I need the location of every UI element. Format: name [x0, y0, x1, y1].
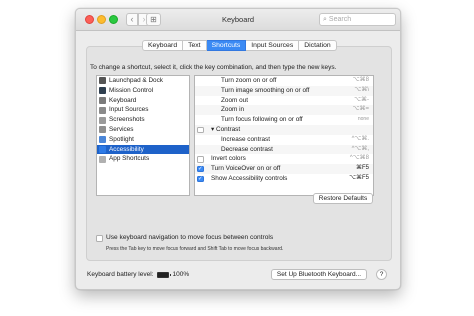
battery-icon	[157, 271, 172, 278]
accessibility-icon	[99, 145, 106, 153]
input-sources-icon	[99, 106, 106, 114]
app-shortcuts-icon	[99, 155, 106, 163]
category-item[interactable]: Input Sources	[97, 105, 189, 115]
shortcut-row[interactable]: Increase contrast ^⌥⌘.	[195, 135, 373, 145]
shortcut-name: Show Accessibility controls	[211, 174, 288, 182]
keyboard-navigation-hint: Press the Tab key to move focus forward …	[106, 246, 284, 252]
category-item[interactable]: Launchpad & Dock	[97, 76, 189, 86]
shortcut-row[interactable]: Turn focus following on or off none	[195, 115, 373, 125]
shortcut-name: Zoom out	[221, 96, 248, 104]
category-item[interactable]: Screenshots	[97, 115, 189, 125]
category-item[interactable]: Spotlight	[97, 135, 189, 145]
battery-status: Keyboard battery level: 100%	[87, 271, 189, 278]
shortcut-name: Increase contrast	[221, 135, 271, 143]
category-item[interactable]: Keyboard	[97, 96, 189, 106]
shortcut-name: ▾ Contrast	[211, 125, 241, 133]
mission-control-icon	[99, 87, 106, 95]
screenshots-icon	[99, 116, 106, 124]
shortcut-row[interactable]: ✓ Show Accessibility controls ⌥⌘F5	[195, 174, 373, 184]
shortcut-checkbox[interactable]: ✓	[197, 165, 204, 173]
category-label: Screenshots	[109, 116, 145, 124]
shortcut-name: Turn zoom on or off	[221, 77, 277, 84]
title-bar: ‹ › ⊞ Keyboard ⌕ Search	[76, 9, 400, 31]
shortcut-row[interactable]: Decrease contrast ^⌥⌘,	[195, 144, 373, 155]
shortcut-key[interactable]: ⌥⌘F5	[349, 174, 369, 184]
shortcut-name: Decrease contrast	[221, 145, 273, 153]
category-label: Keyboard	[109, 96, 137, 104]
shortcut-row[interactable]: ✓ Turn VoiceOver on or off ⌘F5	[195, 164, 373, 174]
shortcut-key[interactable]: ^⌥⌘,	[352, 145, 369, 155]
category-label: App Shortcuts	[109, 155, 150, 163]
tab-bar: Keyboard Text Shortcuts Input Sources Dictat…	[142, 40, 337, 51]
launchpad-icon	[99, 77, 106, 85]
shortcut-row[interactable]: Invert colors ^⌥⌘8	[195, 154, 373, 164]
battery-label: Keyboard battery level:	[87, 271, 154, 278]
shortcut-name: Turn image smoothing on or off	[221, 86, 310, 94]
shortcut-key[interactable]: ⌥⌘=	[353, 105, 369, 115]
category-item[interactable]: Mission Control	[97, 86, 189, 96]
category-label: Spotlight	[109, 135, 134, 143]
shortcut-row[interactable]: Turn image smoothing on or off ⌥⌘\	[195, 85, 373, 96]
shortcut-list[interactable]: Turn zoom on or off ⌥⌘8 Turn image smoothi…	[194, 75, 374, 196]
keyboard-icon	[99, 96, 106, 104]
shortcut-row[interactable]: Zoom in ⌥⌘=	[195, 105, 373, 116]
shortcut-key[interactable]: ^⌥⌘8	[350, 154, 369, 164]
shortcut-row[interactable]: Zoom out ⌥⌘-	[195, 96, 373, 106]
instructions-text: To change a shortcut, select it, click t…	[90, 64, 337, 71]
shortcut-name: Zoom in	[221, 106, 245, 114]
shortcut-key[interactable]: ⌥⌘-	[354, 96, 369, 106]
search-field[interactable]: ⌕ Search	[319, 13, 396, 26]
services-icon	[99, 126, 106, 134]
help-button[interactable]: ?	[376, 269, 387, 280]
category-label: Launchpad & Dock	[109, 77, 164, 84]
tab-shortcuts[interactable]: Shortcuts	[206, 40, 247, 51]
shortcut-checkbox[interactable]	[197, 126, 204, 134]
magnifier-icon: ⌕	[323, 16, 327, 23]
setup-bluetooth-keyboard-button[interactable]: Set Up Bluetooth Keyboard...	[271, 269, 367, 280]
keyboard-navigation-label: Use keyboard navigation to move focus be…	[106, 234, 274, 241]
spotlight-icon	[99, 136, 106, 144]
shortcut-checkbox[interactable]	[197, 156, 204, 163]
category-label: Services	[109, 125, 134, 133]
keyboard-navigation-checkbox[interactable]	[96, 235, 103, 242]
tab-dictation[interactable]: Dictation	[299, 40, 337, 51]
keyboard-preferences-window: ‹ › ⊞ Keyboard ⌕ Search Keyboard Text Short…	[75, 8, 401, 290]
category-list[interactable]: Launchpad & Dock Mission Control Keyboard I…	[96, 75, 190, 196]
category-item[interactable]: App Shortcuts	[97, 154, 189, 164]
category-label: Mission Control	[109, 86, 154, 94]
category-item[interactable]: Services	[97, 125, 189, 135]
shortcut-key[interactable]: ⌥⌘8	[353, 76, 369, 86]
shortcut-name: Turn VoiceOver on or off	[211, 165, 281, 173]
shortcut-name: Turn focus following on or off	[221, 116, 303, 124]
tab-input-sources[interactable]: Input Sources	[246, 40, 300, 51]
battery-value: 100%	[172, 271, 190, 278]
shortcut-key[interactable]: ^⌥⌘.	[352, 135, 369, 145]
shortcut-name: Invert colors	[211, 155, 246, 163]
shortcut-key[interactable]: none	[358, 115, 369, 125]
shortcut-checkbox[interactable]: ✓	[197, 175, 204, 183]
category-label: Input Sources	[109, 106, 149, 114]
shortcut-row[interactable]: ▾ Contrast	[195, 124, 373, 135]
search-placeholder: Search	[328, 16, 352, 23]
category-item[interactable]: Accessibility	[97, 144, 189, 155]
restore-defaults-button[interactable]: Restore Defaults	[313, 193, 373, 204]
category-label: Accessibility	[109, 145, 144, 153]
tab-keyboard[interactable]: Keyboard	[142, 40, 184, 51]
shortcut-key[interactable]: ⌥⌘\	[354, 86, 369, 96]
tab-text[interactable]: Text	[183, 40, 207, 51]
shortcut-row[interactable]: Turn zoom on or off ⌥⌘8	[195, 76, 373, 86]
shortcut-key[interactable]: ⌘F5	[356, 164, 369, 174]
